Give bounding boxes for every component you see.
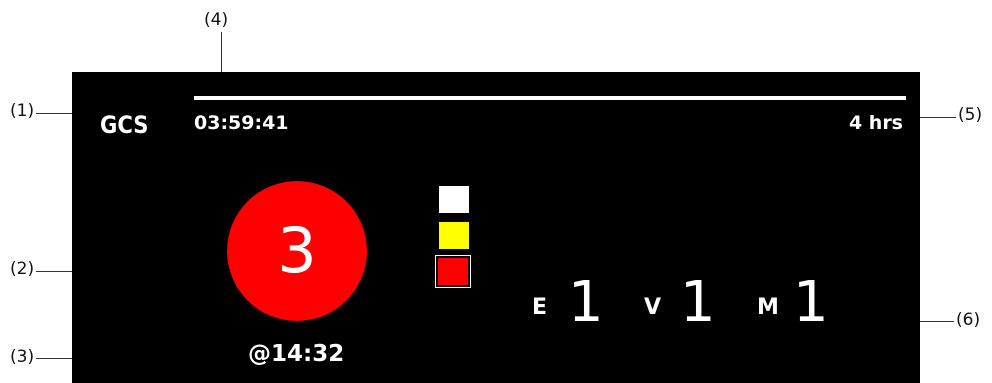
measurement-interval: 4 hrs <box>848 112 903 134</box>
eye-response-value: 1 <box>568 270 604 335</box>
verbal-response-value: 1 <box>680 270 716 335</box>
elapsed-time: 03:59:41 <box>194 112 289 134</box>
interval-progress-bar <box>194 96 906 100</box>
callout-4-label: (4) <box>204 10 229 30</box>
level-indicator-red <box>438 258 468 285</box>
level-indicator-yellow <box>439 222 469 249</box>
score-timestamp: @14:32 <box>248 341 345 367</box>
callout-3-label: (3) <box>10 347 35 367</box>
eye-response-label: E <box>532 295 548 320</box>
parameter-label: GCS <box>100 111 149 139</box>
motor-response-label: M <box>757 295 779 320</box>
gcs-score-value: 3 <box>277 214 317 287</box>
callout-1-label: (1) <box>10 101 35 121</box>
callout-2-label: (2) <box>10 259 35 279</box>
callout-5-label: (5) <box>958 105 983 125</box>
gcs-score-circle: 3 <box>227 181 367 321</box>
motor-response-value: 1 <box>793 270 829 335</box>
verbal-response-label: V <box>644 295 662 320</box>
callout-6-label: (6) <box>956 310 981 330</box>
gcs-parameter-tile[interactable]: GCS 03:59:41 4 hrs 3 @14:32 E 1 V 1 M 1 <box>72 72 920 383</box>
level-indicator-white <box>439 186 469 213</box>
